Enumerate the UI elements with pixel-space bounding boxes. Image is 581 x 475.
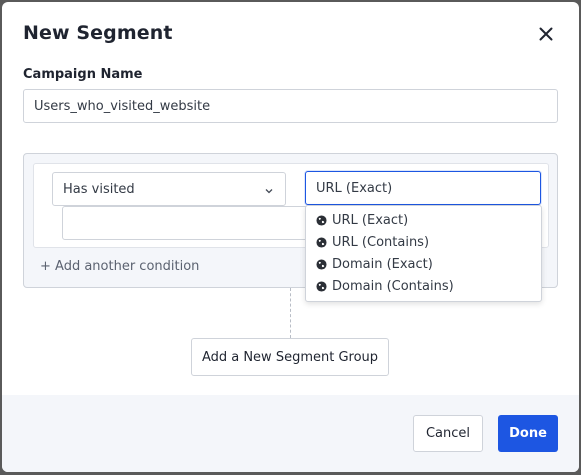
cancel-button[interactable]: Cancel bbox=[413, 415, 483, 452]
globe-icon bbox=[316, 258, 327, 270]
group-connector-line bbox=[290, 288, 291, 338]
globe-icon bbox=[316, 214, 327, 226]
dropdown-option-domain-exact[interactable]: Domain (Exact) bbox=[306, 253, 541, 275]
rule-select[interactable]: Has visited bbox=[52, 172, 286, 206]
close-icon bbox=[539, 26, 553, 45]
campaign-name-input[interactable] bbox=[23, 89, 558, 123]
close-button[interactable] bbox=[535, 24, 557, 46]
add-segment-group-button[interactable]: Add a New Segment Group bbox=[191, 338, 389, 376]
dropdown-option-label: Domain (Exact) bbox=[332, 256, 433, 272]
condition-value-input[interactable] bbox=[62, 206, 312, 240]
globe-icon bbox=[316, 280, 327, 292]
campaign-name-label: Campaign Name bbox=[23, 67, 143, 82]
dropdown-option-label: Domain (Contains) bbox=[332, 278, 454, 294]
rule-select-value: Has visited bbox=[63, 181, 135, 197]
dropdown-option-label: URL (Exact) bbox=[332, 212, 409, 228]
dropdown-option-domain-contains[interactable]: Domain (Contains) bbox=[306, 275, 541, 297]
new-segment-dialog: New Segment Campaign Name Has visited + … bbox=[2, 2, 579, 472]
dialog-footer: Cancel Done bbox=[2, 395, 579, 472]
add-condition-link[interactable]: + Add another condition bbox=[40, 259, 199, 274]
dropdown-option-label: URL (Contains) bbox=[332, 234, 430, 250]
done-button[interactable]: Done bbox=[498, 415, 558, 452]
match-type-dropdown: URL (Exact) URL (Contains) Domain (Exact… bbox=[305, 205, 542, 302]
dialog-title: New Segment bbox=[23, 22, 173, 44]
match-type-input[interactable] bbox=[305, 171, 541, 205]
chevron-down-icon bbox=[265, 184, 273, 199]
dropdown-option-url-exact[interactable]: URL (Exact) bbox=[306, 209, 541, 231]
dropdown-option-url-contains[interactable]: URL (Contains) bbox=[306, 231, 541, 253]
globe-icon bbox=[316, 236, 327, 248]
